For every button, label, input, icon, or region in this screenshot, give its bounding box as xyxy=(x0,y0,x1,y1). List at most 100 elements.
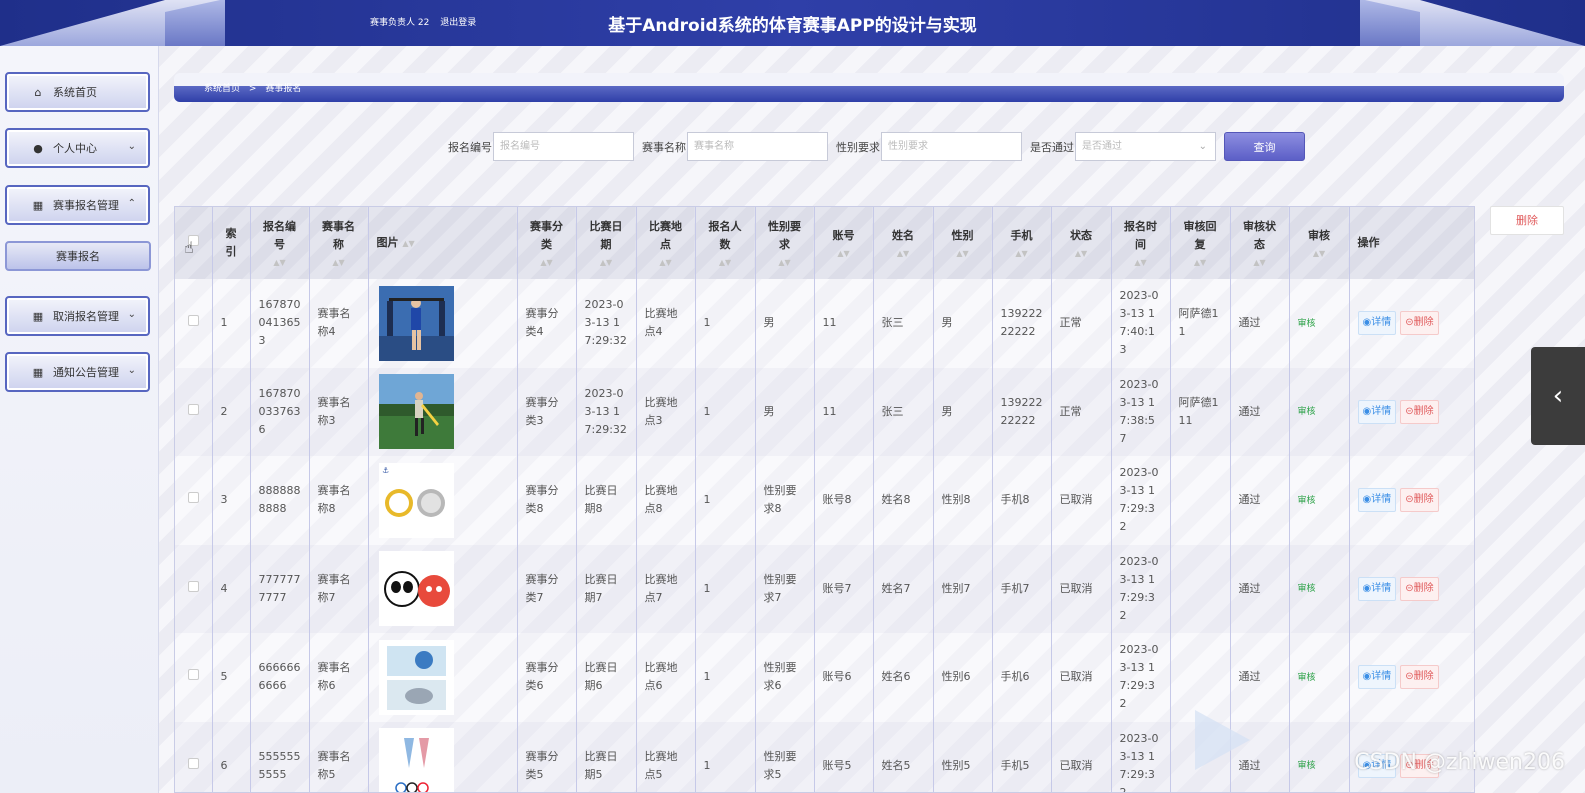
column-header[interactable]: 赛事名称 ▲▼ xyxy=(309,207,369,279)
audit-link[interactable]: 审核 xyxy=(1298,496,1316,506)
column-header[interactable]: 审核回复 ▲▼ xyxy=(1170,207,1231,279)
row-select-cell[interactable] xyxy=(175,633,213,722)
row-checkbox[interactable] xyxy=(187,315,199,327)
cell-audit[interactable]: 审核 xyxy=(1289,721,1350,792)
registration-table: 索引 报名编号 ▲▼ 赛事名称 ▲▼ 图片 ▲▼ 赛事分类 ▲▼ 比赛日期 ▲▼ 比赛地… xyxy=(174,206,1475,793)
column-header[interactable]: 报名时间 ▲▼ xyxy=(1111,207,1171,279)
breadcrumb-home[interactable]: 系统首页 xyxy=(204,84,240,94)
column-header-label: 报名人数 xyxy=(708,220,742,251)
column-header-label: 比赛日期 xyxy=(589,220,623,251)
row-checkbox[interactable] xyxy=(187,757,199,769)
row-select-cell[interactable] xyxy=(175,279,213,368)
cell-account: 11 xyxy=(814,279,874,368)
column-header[interactable]: 审核 ▲▼ xyxy=(1289,207,1350,279)
cell-audit[interactable]: 审核 xyxy=(1289,279,1350,368)
row-select-cell[interactable] xyxy=(175,456,213,545)
detail-button[interactable]: ◉详情 xyxy=(1357,665,1397,690)
row-select-cell[interactable] xyxy=(175,367,213,456)
sidebar-item-cancel-management[interactable]: ▦ 取消报名管理 ⌄ xyxy=(5,296,150,336)
cell-audit_status: 通过 xyxy=(1230,544,1290,633)
search-input-gender[interactable] xyxy=(881,132,1022,161)
row-checkbox[interactable] xyxy=(187,580,199,592)
column-header[interactable]: 账号 ▲▼ xyxy=(814,207,874,279)
cell-name: 赛事名称3 xyxy=(309,367,369,456)
column-header[interactable]: 赛事分类 ▲▼ xyxy=(517,207,577,279)
audit-link[interactable]: 审核 xyxy=(1298,319,1316,329)
delete-button[interactable]: ⊝删除 xyxy=(1400,488,1439,513)
cell-date: 2023-03-13 17:29:32 xyxy=(576,367,637,456)
column-header[interactable]: 性别 ▲▼ xyxy=(933,207,993,279)
delete-button[interactable]: ⊝删除 xyxy=(1400,576,1439,601)
row-checkbox[interactable] xyxy=(187,492,199,504)
audit-link[interactable]: 审核 xyxy=(1298,673,1316,683)
column-header[interactable]: 报名编号 ▲▼ xyxy=(250,207,310,279)
column-header[interactable]: 索引 xyxy=(212,207,251,279)
app-header: 赛事负责人 22 退出登录 基于Android系统的体育赛事APP的设计与实现 xyxy=(0,0,1585,46)
cell-person: 姓名7 xyxy=(873,544,934,633)
detail-label: 详情 xyxy=(1371,671,1392,683)
cell-audit[interactable]: 审核 xyxy=(1289,633,1350,722)
column-header[interactable]: 性别要求 ▲▼ xyxy=(755,207,815,279)
search-button[interactable]: 查询 xyxy=(1224,132,1305,161)
sort-icon: ▲▼ xyxy=(956,249,969,258)
delete-button[interactable]: ⊝删除 xyxy=(1400,311,1439,336)
sidebar-item-home[interactable]: ⌂ 系统首页 xyxy=(5,72,150,112)
column-header[interactable]: 姓名 ▲▼ xyxy=(873,207,934,279)
sort-icon: ▲▼ xyxy=(1253,258,1266,267)
delete-button[interactable]: ⊝删除 xyxy=(1400,665,1439,690)
column-header[interactable]: 图片 ▲▼ xyxy=(368,207,518,279)
audit-link[interactable]: 审核 xyxy=(1298,584,1316,594)
chevron-down-icon: ⌄ xyxy=(127,309,136,320)
detail-button[interactable]: ◉详情 xyxy=(1357,311,1397,336)
cell-audit[interactable]: 审核 xyxy=(1289,367,1350,456)
delete-icon: ⊝ xyxy=(1405,494,1414,506)
row-checkbox[interactable] xyxy=(187,403,199,415)
cell-no: 8888888888 xyxy=(250,456,310,545)
chevron-left-icon: ‹ xyxy=(1552,381,1564,411)
cell-category: 赛事分类3 xyxy=(517,367,577,456)
audit-link[interactable]: 审核 xyxy=(1298,407,1316,417)
cell-audit[interactable]: 审核 xyxy=(1289,456,1350,545)
cell-phone: 手机8 xyxy=(992,456,1052,545)
audit-link[interactable]: 审核 xyxy=(1298,761,1316,771)
delete-icon: ⊝ xyxy=(1405,671,1414,683)
table-row: 3 8888888888 赛事名称8 ⚓ 赛事分类8 比赛日期8 比赛地点8 1 性别要求8 账号… xyxy=(175,456,1474,545)
row-thumbnail xyxy=(378,374,454,450)
detail-button[interactable]: ◉详情 xyxy=(1357,576,1397,601)
cell-count: 1 xyxy=(695,633,756,722)
sidebar-subitem-registration[interactable]: 赛事报名 xyxy=(5,241,151,271)
cell-image: ⚓ xyxy=(368,456,518,545)
column-header[interactable]: 手机 ▲▼ xyxy=(992,207,1052,279)
cell-image xyxy=(368,367,518,456)
row-checkbox[interactable] xyxy=(187,669,199,681)
sidebar-item-registration-management[interactable]: ▦ 赛事报名管理 ⌃ xyxy=(5,185,150,225)
delete-button[interactable]: ⊝删除 xyxy=(1400,399,1439,424)
row-select-cell[interactable] xyxy=(175,721,213,792)
search-input-no[interactable] xyxy=(493,132,634,161)
column-header[interactable]: 比赛日期 ▲▼ xyxy=(576,207,637,279)
sidebar-item-label: 通知公告管理 xyxy=(53,366,119,379)
detail-button[interactable]: ◉详情 xyxy=(1357,488,1397,513)
table-row: 2 1678700337636 赛事名称3 赛事分类3 2023-03-13 17:29… xyxy=(175,367,1474,456)
side-panel-toggle[interactable]: ‹ xyxy=(1531,347,1585,445)
detail-button[interactable]: ◉详情 xyxy=(1357,399,1397,424)
cell-place: 比赛地点6 xyxy=(636,633,696,722)
row-select-cell[interactable] xyxy=(175,544,213,633)
home-icon: ⌂ xyxy=(34,85,42,99)
hand-cursor-icon: ☝ xyxy=(184,238,194,257)
search-select-passed[interactable]: 是否通过 ⌄ xyxy=(1075,132,1216,161)
cell-image xyxy=(368,721,518,792)
batch-delete-button[interactable]: 删除 xyxy=(1490,206,1564,235)
search-input-name[interactable] xyxy=(687,132,828,161)
sort-icon: ▲▼ xyxy=(273,258,286,267)
column-header[interactable]: 审核状态 ▲▼ xyxy=(1230,207,1290,279)
delete-icon: ⊝ xyxy=(1405,317,1414,329)
watermark: CSDN @zhiwen206 xyxy=(1354,750,1565,775)
cell-audit[interactable]: 审核 xyxy=(1289,544,1350,633)
column-header[interactable]: 报名人数 ▲▼ xyxy=(695,207,756,279)
cell-index: 4 xyxy=(212,544,251,633)
cell-image xyxy=(368,544,518,633)
column-header[interactable]: 状态 ▲▼ xyxy=(1051,207,1112,279)
sidebar-item-notice-management[interactable]: ▦ 通知公告管理 ⌄ xyxy=(5,352,150,392)
column-header[interactable]: 比赛地点 ▲▼ xyxy=(636,207,696,279)
